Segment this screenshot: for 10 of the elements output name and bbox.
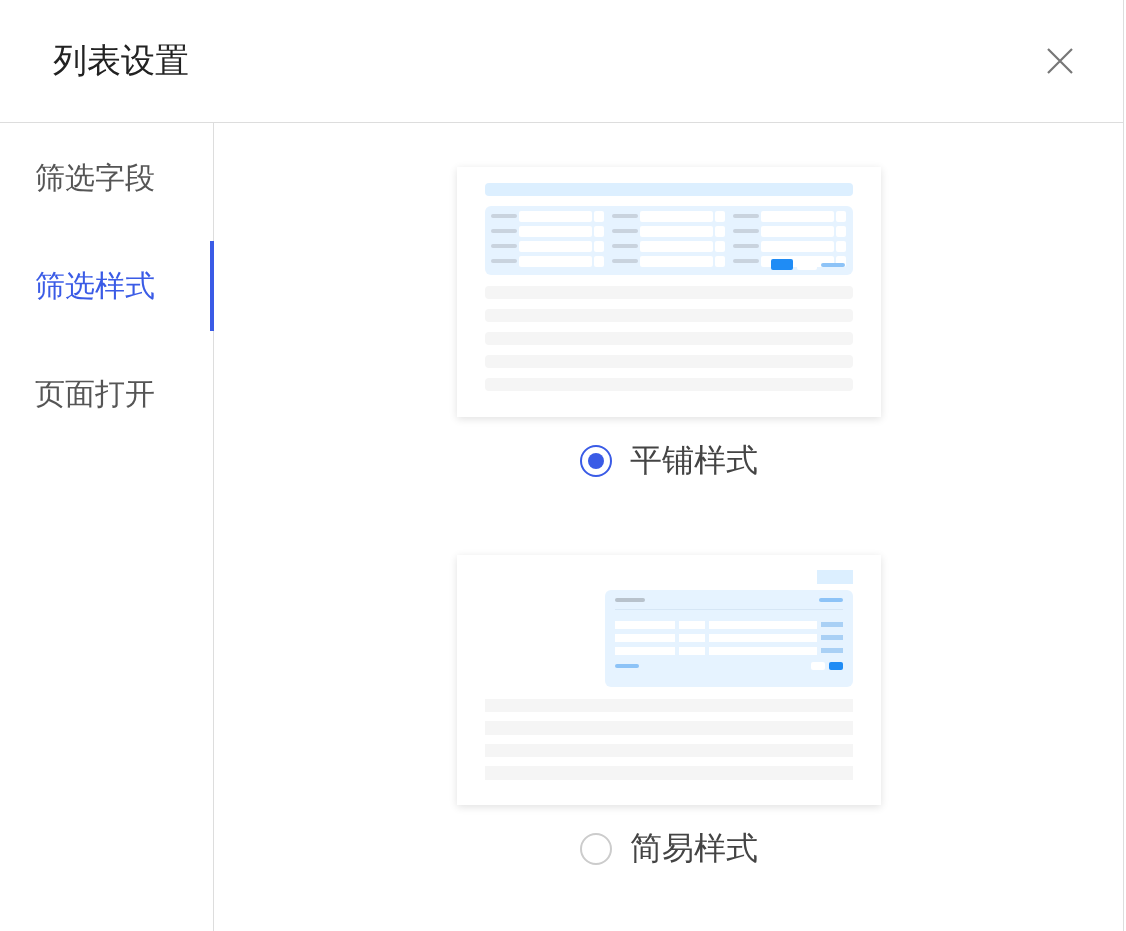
radio-button[interactable] — [579, 445, 612, 477]
tiled-layout-preview-drawing[interactable] — [456, 167, 881, 417]
simple-layout-preview-drawing[interactable] — [456, 555, 881, 805]
close-icon[interactable] — [1047, 48, 1073, 74]
radio-label[interactable]: 简易样式 — [629, 827, 758, 871]
sidebar-tab[interactable]: 页面打开 — [0, 349, 214, 439]
sidebar-tab[interactable]: 筛选字段 — [0, 133, 214, 223]
radio-label[interactable]: 平铺样式 — [629, 439, 758, 483]
dialog-title: 列表设置 — [53, 39, 189, 82]
sidebar-tab[interactable]: 筛选样式 — [0, 241, 214, 331]
